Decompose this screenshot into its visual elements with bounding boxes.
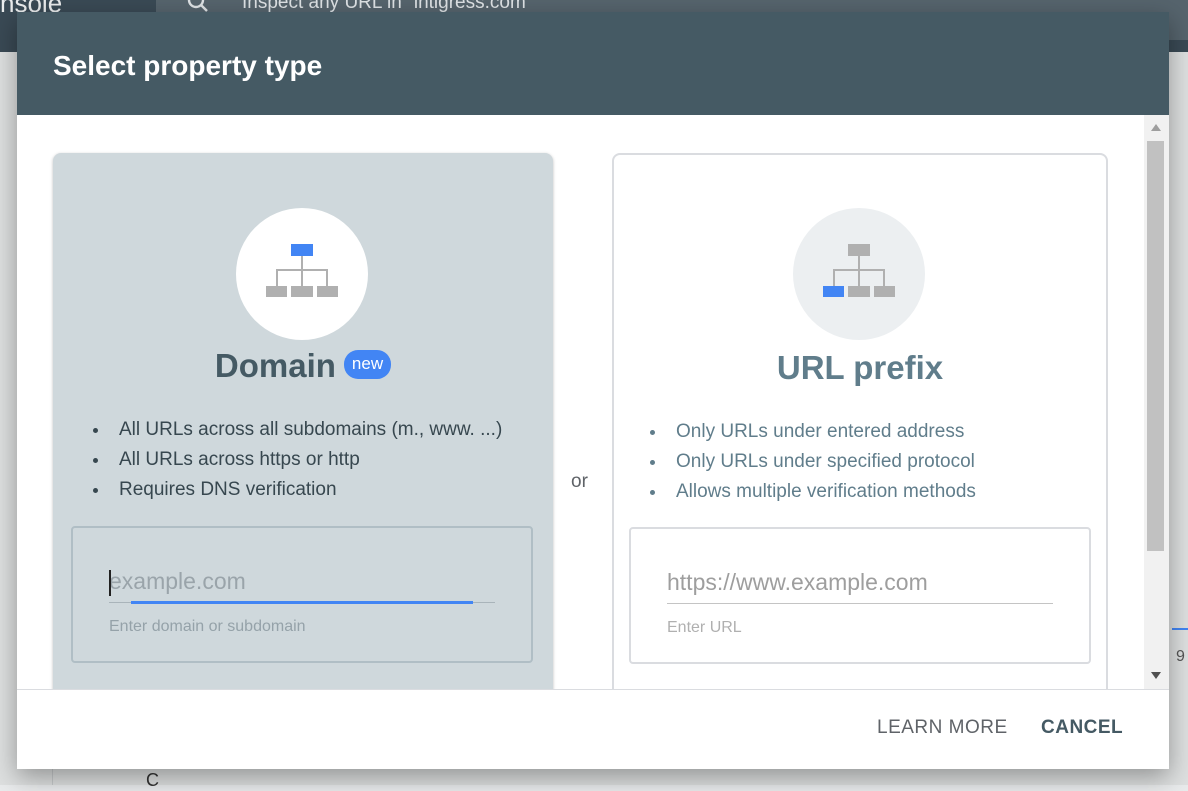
domain-input-focus-underline xyxy=(131,601,473,604)
dialog-title: Select property type xyxy=(53,50,323,81)
domain-title-row: Domain new xyxy=(53,347,553,385)
background-text: C xyxy=(146,770,159,790)
url-prefix-input-box: Enter URL xyxy=(629,527,1091,664)
list-item: Only URLs under specified protocol xyxy=(648,447,976,477)
new-badge: new xyxy=(343,349,392,379)
background-accent-line xyxy=(1172,628,1188,630)
domain-input[interactable] xyxy=(109,562,495,600)
url-prefix-field xyxy=(667,563,1053,605)
sidebar-divider xyxy=(52,769,53,785)
domain-title: Domain xyxy=(214,347,336,384)
background-text-right: 9 xyxy=(1176,648,1185,665)
dialog-header: Select property type xyxy=(17,12,1169,115)
list-item: Allows multiple verification methods xyxy=(648,477,976,507)
list-item: Only URLs under entered address xyxy=(648,417,976,447)
list-item: Requires DNS verification xyxy=(91,475,502,505)
url-prefix-title: URL prefix xyxy=(776,349,944,386)
dialog-content: Domain new All URLs across all subdomains… xyxy=(17,115,1144,689)
url-prefix-helper-text: Enter URL xyxy=(667,619,742,636)
learn-more-button[interactable]: LEARN MORE xyxy=(877,717,1008,739)
cancel-button[interactable]: CANCEL xyxy=(1041,717,1123,739)
dialog-footer: LEARN MORE CANCEL xyxy=(17,689,1169,769)
dialog-scrollbar[interactable] xyxy=(1144,115,1169,689)
scroll-down-arrow-icon[interactable] xyxy=(1151,672,1161,679)
sitemap-icon xyxy=(266,244,338,297)
scroll-thumb[interactable] xyxy=(1147,141,1164,551)
text-caret xyxy=(109,570,111,596)
or-separator: or xyxy=(571,471,588,492)
select-property-dialog: Select property type Domain new All URLs… xyxy=(17,12,1169,769)
url-prefix-input-underline xyxy=(667,603,1053,604)
domain-icon-circle xyxy=(236,208,368,340)
domain-field xyxy=(109,562,495,604)
url-prefix-input[interactable] xyxy=(667,563,1053,601)
url-prefix-property-card[interactable]: URL prefix Only URLs under entered addre… xyxy=(612,153,1108,689)
url-prefix-features-list: Only URLs under entered address Only URL… xyxy=(648,417,976,507)
domain-features-list: All URLs across all subdomains (m., www.… xyxy=(91,415,502,505)
list-item: All URLs across https or http xyxy=(91,445,502,475)
scroll-up-arrow-icon[interactable] xyxy=(1151,124,1161,131)
list-item: All URLs across all subdomains (m., www.… xyxy=(91,415,502,445)
url-prefix-icon-circle xyxy=(793,208,925,340)
domain-input-box: Enter domain or subdomain xyxy=(71,526,533,663)
domain-property-card[interactable]: Domain new All URLs across all subdomains… xyxy=(53,153,553,689)
domain-helper-text: Enter domain or subdomain xyxy=(109,618,306,635)
sitemap-icon xyxy=(823,244,895,297)
